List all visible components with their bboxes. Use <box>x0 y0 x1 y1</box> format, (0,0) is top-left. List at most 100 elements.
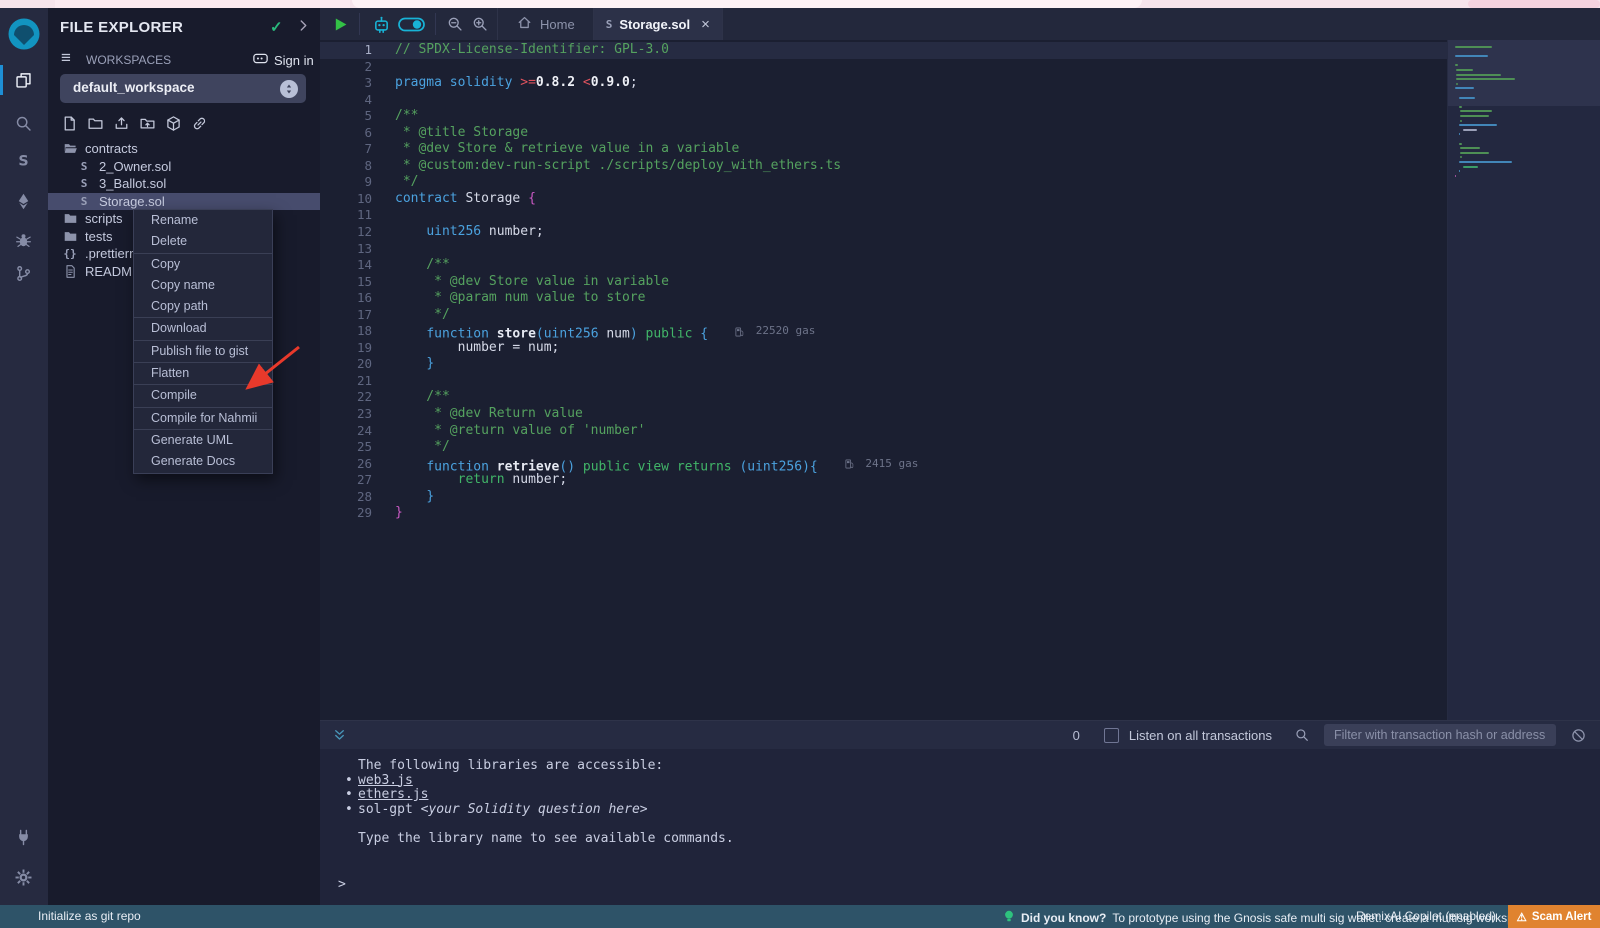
code-line-10[interactable]: 10contract Storage { <box>320 191 1448 208</box>
rail-item-search[interactable] <box>0 105 47 141</box>
clear-console-icon[interactable] <box>1570 727 1587 744</box>
code-line-15[interactable]: 15 * @dev Store value in variable <box>320 274 1448 291</box>
divider <box>435 13 436 35</box>
run-script-button[interactable] <box>332 16 349 33</box>
solidity-file-icon: S <box>76 177 92 190</box>
github-signin-icon <box>252 50 269 70</box>
code-line-29[interactable]: 29} <box>320 505 1448 522</box>
rail-item-debugger[interactable] <box>0 221 47 257</box>
tab-storage-sol[interactable]: S Storage.sol × <box>594 8 723 40</box>
sign-in-button[interactable]: Sign in <box>252 50 314 70</box>
code-line-13[interactable]: 13 <box>320 241 1448 258</box>
transaction-filter-input[interactable] <box>1324 724 1556 746</box>
rail-item-file-explorer[interactable] <box>0 62 47 98</box>
zoom-out-icon[interactable] <box>446 15 464 33</box>
code-line-8[interactable]: 8 * @custom:dev-run-script ./scripts/dep… <box>320 158 1448 175</box>
folder-open-icon <box>62 141 78 156</box>
import-url-button[interactable] <box>190 114 208 132</box>
menu-item-copy-name[interactable]: Copy name <box>134 275 272 296</box>
workspace-selected-value: default_workspace <box>73 80 195 95</box>
rail-item-git[interactable] <box>0 255 47 291</box>
terminal-body[interactable]: The following libraries are accessible:w… <box>320 749 1600 905</box>
svg-text:S: S <box>18 153 28 169</box>
ai-copilot-robot-icon[interactable] <box>371 14 392 35</box>
tree-item-3-ballot-sol[interactable]: S3_Ballot.sol <box>48 175 320 193</box>
new-file-button[interactable] <box>60 114 78 132</box>
line-number: 6 <box>320 125 372 142</box>
terminal-collapse-icon[interactable] <box>332 728 347 743</box>
code-line-2[interactable]: 2 <box>320 59 1448 76</box>
gas-estimate: 2415 gas <box>844 456 919 473</box>
code-line-9[interactable]: 9 */ <box>320 174 1448 191</box>
code-line-7[interactable]: 7 * @dev Store & retrieve value in a var… <box>320 141 1448 158</box>
code-line-22[interactable]: 22 /** <box>320 389 1448 406</box>
tab-home[interactable]: Home <box>497 8 594 40</box>
menu-item-generate-docs[interactable]: Generate Docs <box>134 451 272 472</box>
rail-item-deploy-run[interactable] <box>0 183 47 219</box>
menu-item-compile[interactable]: Compile <box>134 385 272 406</box>
code-line-11[interactable]: 11 <box>320 207 1448 224</box>
code-line-3[interactable]: 3pragma solidity >=0.8.2 <0.9.0; <box>320 75 1448 92</box>
gear-icon <box>14 868 33 887</box>
scam-alert-button[interactable]: ⚠ Scam Alert <box>1508 905 1600 928</box>
menu-item-copy[interactable]: Copy <box>134 254 272 275</box>
terminal-prompt[interactable]: > <box>338 877 346 892</box>
rail-item-plugin-manager[interactable] <box>0 819 47 855</box>
upload-folder-button[interactable] <box>138 114 156 132</box>
code-line-16[interactable]: 16 * @param num value to store <box>320 290 1448 307</box>
copilot-status[interactable]: RemixAI Copilot (enabled) <box>1356 909 1496 923</box>
hamburger-icon[interactable]: ≡ <box>61 48 71 68</box>
code-line-1[interactable]: 1// SPDX-License-Identifier: GPL-3.0 <box>320 42 1448 59</box>
menu-item-copy-path[interactable]: Copy path <box>134 296 272 317</box>
library-link[interactable]: web3.js <box>358 773 413 788</box>
remix-logo[interactable] <box>5 15 43 53</box>
menu-item-generate-uml[interactable]: Generate UML <box>134 430 272 451</box>
code-line-20[interactable]: 20 } <box>320 356 1448 373</box>
code-line-18[interactable]: 18 function store(uint256 num) public { … <box>320 323 1448 340</box>
terminal-search-icon[interactable] <box>1294 727 1310 743</box>
code-line-4[interactable]: 4 <box>320 92 1448 109</box>
rail-item-settings[interactable] <box>0 859 47 895</box>
listen-all-checkbox[interactable] <box>1104 728 1119 743</box>
menu-item-delete[interactable]: Delete <box>134 231 272 252</box>
menu-item-download[interactable]: Download <box>134 318 272 339</box>
code-line-5[interactable]: 5/** <box>320 108 1448 125</box>
upload-file-button[interactable] <box>112 114 130 132</box>
code-line-26[interactable]: 26 function retrieve() public view retur… <box>320 456 1448 473</box>
rail-item-solidity-compiler[interactable]: S <box>0 142 47 178</box>
code-line-12[interactable]: 12 uint256 number; <box>320 224 1448 241</box>
import-ipfs-button[interactable] <box>164 114 182 132</box>
tree-item-label: scripts <box>85 211 123 226</box>
code-line-6[interactable]: 6 * @title Storage <box>320 125 1448 142</box>
copilot-toggle[interactable] <box>398 16 425 33</box>
tree-item-2-owner-sol[interactable]: S2_Owner.sol <box>48 158 320 176</box>
code-line-28[interactable]: 28 } <box>320 489 1448 506</box>
code-line-24[interactable]: 24 * @return value of 'number' <box>320 423 1448 440</box>
menu-item-publish-file-to-gist[interactable]: Publish file to gist <box>134 341 272 362</box>
menu-item-compile-for-nahmii[interactable]: Compile for Nahmii <box>134 408 272 429</box>
library-link[interactable]: ethers.js <box>358 787 428 802</box>
init-git-repo-button[interactable]: Initialize as git repo <box>38 909 141 923</box>
menu-item-rename[interactable]: Rename <box>134 210 272 231</box>
code-line-14[interactable]: 14 /** <box>320 257 1448 274</box>
zoom-in-icon[interactable] <box>471 15 489 33</box>
browser-chrome-segment <box>352 0 1142 8</box>
code-line-21[interactable]: 21 <box>320 373 1448 390</box>
solidity-file-icon: S <box>76 195 92 208</box>
tree-item-storage-sol[interactable]: SStorage.sol <box>48 193 320 211</box>
code-editor[interactable]: 1// SPDX-License-Identifier: GPL-3.023pr… <box>320 40 1600 720</box>
code-line-17[interactable]: 17 */ <box>320 307 1448 324</box>
line-number: 14 <box>320 257 372 274</box>
tree-item-contracts[interactable]: contracts <box>48 140 320 158</box>
chevron-right-icon[interactable] <box>296 18 311 38</box>
menu-item-flatten[interactable]: Flatten <box>134 363 272 384</box>
terminal-line: sol-gpt <your Solidity question here> <box>358 803 734 818</box>
workspace-select[interactable]: default_workspace <box>60 74 306 103</box>
code-line-25[interactable]: 25 */ <box>320 439 1448 456</box>
code-line-23[interactable]: 23 * @dev Return value <box>320 406 1448 423</box>
code-line-19[interactable]: 19 number = num; <box>320 340 1448 357</box>
minimap[interactable] <box>1447 40 1600 720</box>
code-line-27[interactable]: 27 return number; <box>320 472 1448 489</box>
new-folder-button[interactable] <box>86 114 104 132</box>
close-icon[interactable]: × <box>701 16 710 33</box>
